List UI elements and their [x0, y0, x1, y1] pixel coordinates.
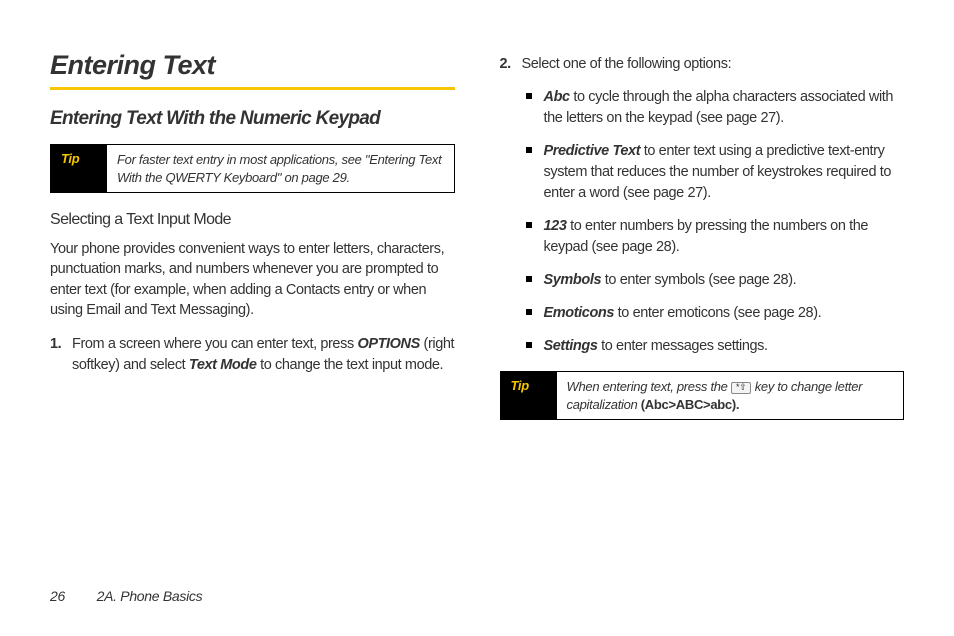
tip1-pre: For faster text entry in most applicatio… [117, 152, 365, 167]
bullet-symbols: Symbols to enter symbols (see page 28). [544, 270, 905, 291]
bullet-emo-label: Emoticons [544, 305, 615, 321]
step-1: From a screen where you can enter text, … [72, 334, 455, 376]
bullet-emoticons: Emoticons to enter emoticons (see page 2… [544, 303, 905, 324]
bullet-abc-text: to cycle through the alpha characters as… [544, 89, 894, 126]
step1-pre: From a screen where you can enter text, … [72, 336, 357, 352]
title-rule [50, 87, 455, 90]
intro-paragraph: Your phone provides convenient ways to e… [50, 239, 455, 320]
tip-label: Tip [51, 145, 107, 192]
step1-post: to change the text input mode. [256, 357, 443, 373]
bullet-settings: Settings to enter messages settings. [544, 336, 905, 357]
tip2-text: When entering text, press the *⇧ key to … [557, 372, 904, 419]
bullet-num-text: to enter numbers by pressing the numbers… [544, 218, 869, 255]
step-2: Select one of the following options: Abc… [522, 54, 905, 357]
tip-box-2: Tip When entering text, press the *⇧ key… [500, 371, 905, 420]
bullet-set-label: Settings [544, 338, 598, 354]
bullet-abc-label: Abc [544, 89, 570, 105]
subsection-heading: Selecting a Text Input Mode [50, 211, 455, 229]
section-heading: Entering Text With the Numeric Keypad [50, 108, 455, 130]
page-number: 26 [50, 588, 65, 604]
tip2-label: Tip [501, 372, 557, 419]
tip2-example: (Abc>ABC>abc). [641, 397, 739, 412]
steps-list-continued: Select one of the following options: Abc… [500, 54, 905, 357]
bullet-emo-text: to enter emoticons (see page 28). [614, 305, 821, 321]
step1-textmode: Text Mode [189, 357, 257, 373]
tip2-pre: When entering text, press the [567, 379, 731, 394]
bullet-predictive: Predictive Text to enter text using a pr… [544, 141, 905, 204]
tip-box-1: Tip For faster text entry in most applic… [50, 144, 455, 193]
tip-text: For faster text entry in most applicatio… [107, 145, 454, 192]
step2-lead: Select one of the following options: [522, 56, 732, 72]
bullet-sym-label: Symbols [544, 272, 602, 288]
page-footer: 26 2A. Phone Basics [50, 588, 202, 604]
page-title: Entering Text [50, 50, 455, 81]
step1-options: OPTIONS [357, 336, 419, 352]
bullet-num-label: 123 [544, 218, 567, 234]
bullet-abc: Abc to cycle through the alpha character… [544, 87, 905, 129]
section-label: 2A. Phone Basics [97, 588, 203, 604]
bullet-pred-label: Predictive Text [544, 143, 641, 159]
bullet-sym-text: to enter symbols (see page 28). [601, 272, 796, 288]
bullet-set-text: to enter messages settings. [598, 338, 768, 354]
steps-list: From a screen where you can enter text, … [50, 334, 455, 376]
bullet-123: 123 to enter numbers by pressing the num… [544, 216, 905, 258]
shift-key-icon: *⇧ [731, 382, 751, 394]
options-bullets: Abc to cycle through the alpha character… [522, 87, 905, 357]
